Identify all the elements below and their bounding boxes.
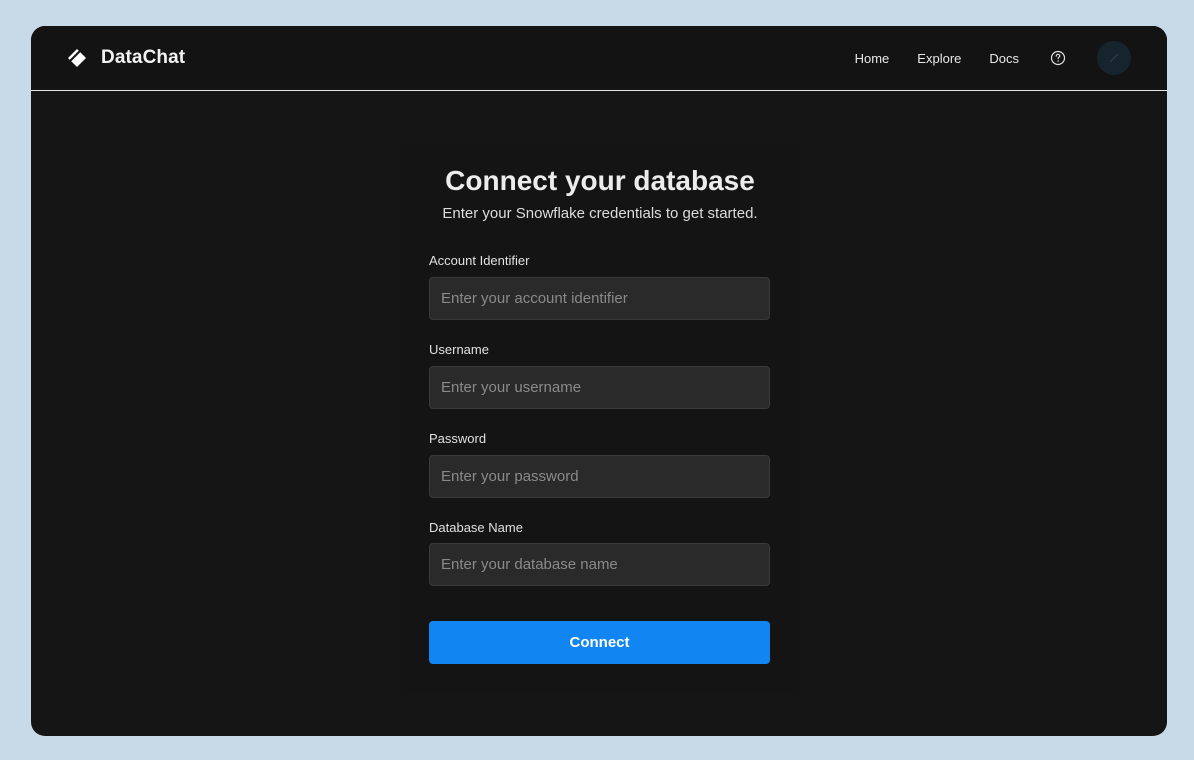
brand[interactable]: DataChat [67, 26, 185, 90]
connect-button[interactable]: Connect [429, 621, 770, 664]
page-title: Connect your database [445, 165, 755, 196]
top-navigation-bar: DataChat Home Explore Docs [31, 26, 1167, 91]
page-subtitle: Enter your Snowflake credentials to get … [442, 205, 758, 222]
password-input[interactable] [429, 455, 770, 498]
database-name-input[interactable] [429, 543, 770, 586]
nav-docs-link[interactable]: Docs [989, 51, 1019, 66]
user-avatar[interactable] [1097, 41, 1131, 75]
main-nav: Home Explore Docs [855, 26, 1131, 90]
question-circle-icon[interactable] [1049, 49, 1067, 67]
nav-explore-link[interactable]: Explore [917, 51, 961, 66]
account-identifier-input[interactable] [429, 277, 770, 320]
username-input[interactable] [429, 366, 770, 409]
app-window: DataChat Home Explore Docs Connect your … [31, 26, 1167, 736]
account-identifier-label: Account Identifier [429, 253, 530, 268]
database-name-label: Database Name [429, 520, 523, 535]
password-label: Password [429, 431, 487, 446]
username-label: Username [429, 342, 489, 357]
brand-name: DataChat [101, 47, 186, 68]
connect-form-panel: Connect your database Enter your Snowfla… [401, 144, 799, 694]
nav-home-link[interactable]: Home [855, 51, 890, 66]
avatar-placeholder-icon [1109, 53, 1119, 63]
diamond-logo-icon [67, 48, 87, 68]
